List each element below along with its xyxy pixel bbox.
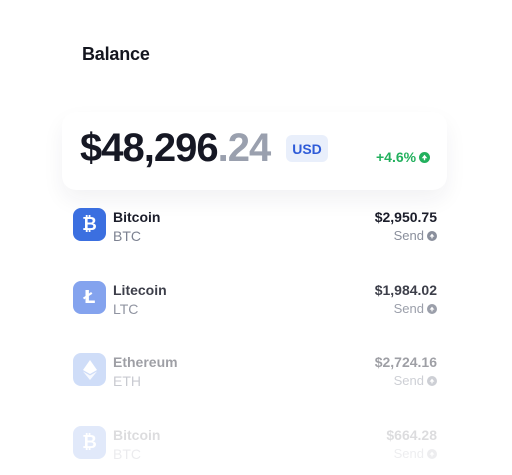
send-button[interactable]: Send [394, 446, 437, 461]
balance-decimal: .24 [217, 126, 272, 170]
balance-change: +4.6% [376, 149, 431, 165]
arrow-up-circle-icon [427, 230, 437, 241]
bitcoin-icon: ₿ [73, 426, 106, 459]
arrow-up-circle-icon [419, 151, 431, 163]
asset-symbol: BTC [113, 446, 141, 462]
litecoin-icon: Ł [73, 281, 106, 314]
asset-row-bitcoin-2[interactable]: ₿ Bitcoin BTC $664.28 Send [73, 426, 437, 472]
send-button[interactable]: Send [394, 301, 437, 316]
send-button[interactable]: Send [394, 373, 437, 388]
arrow-up-circle-icon [427, 448, 437, 459]
asset-symbol: LTC [113, 301, 139, 317]
asset-name: Bitcoin [113, 427, 161, 443]
bitcoin-icon: ₿ [73, 208, 106, 241]
send-label: Send [393, 446, 424, 461]
page-title: Balance [82, 44, 150, 64]
send-label: Send [393, 301, 424, 316]
currency-badge[interactable]: USD [286, 135, 328, 162]
asset-symbol: ETH [113, 373, 141, 389]
asset-name: Litecoin [113, 282, 167, 298]
send-label: Send [393, 228, 424, 243]
balance-amount: $48,296.24 [80, 126, 272, 171]
send-button[interactable]: Send [394, 228, 437, 243]
asset-value: $1,984.02 [374, 282, 437, 298]
balance-change-value: +4.6% [376, 149, 417, 165]
asset-row-litecoin[interactable]: Ł Litecoin LTC $1,984.02 Send [73, 281, 437, 327]
arrow-up-circle-icon [427, 375, 437, 386]
asset-symbol: BTC [113, 228, 141, 244]
asset-name: Ethereum [113, 354, 178, 370]
asset-name: Bitcoin [113, 209, 161, 225]
ethereum-icon [73, 353, 106, 386]
asset-row-bitcoin[interactable]: ₿ Bitcoin BTC $2,950.75 Send [73, 208, 437, 254]
asset-value: $2,950.75 [374, 209, 437, 225]
asset-value: $664.28 [386, 427, 437, 443]
balance-integer: $48,296 [80, 126, 219, 170]
asset-row-ethereum[interactable]: Ethereum ETH $2,724.16 Send [73, 353, 437, 399]
arrow-up-circle-icon [427, 303, 437, 314]
send-label: Send [393, 373, 424, 388]
asset-value: $2,724.16 [374, 354, 437, 370]
